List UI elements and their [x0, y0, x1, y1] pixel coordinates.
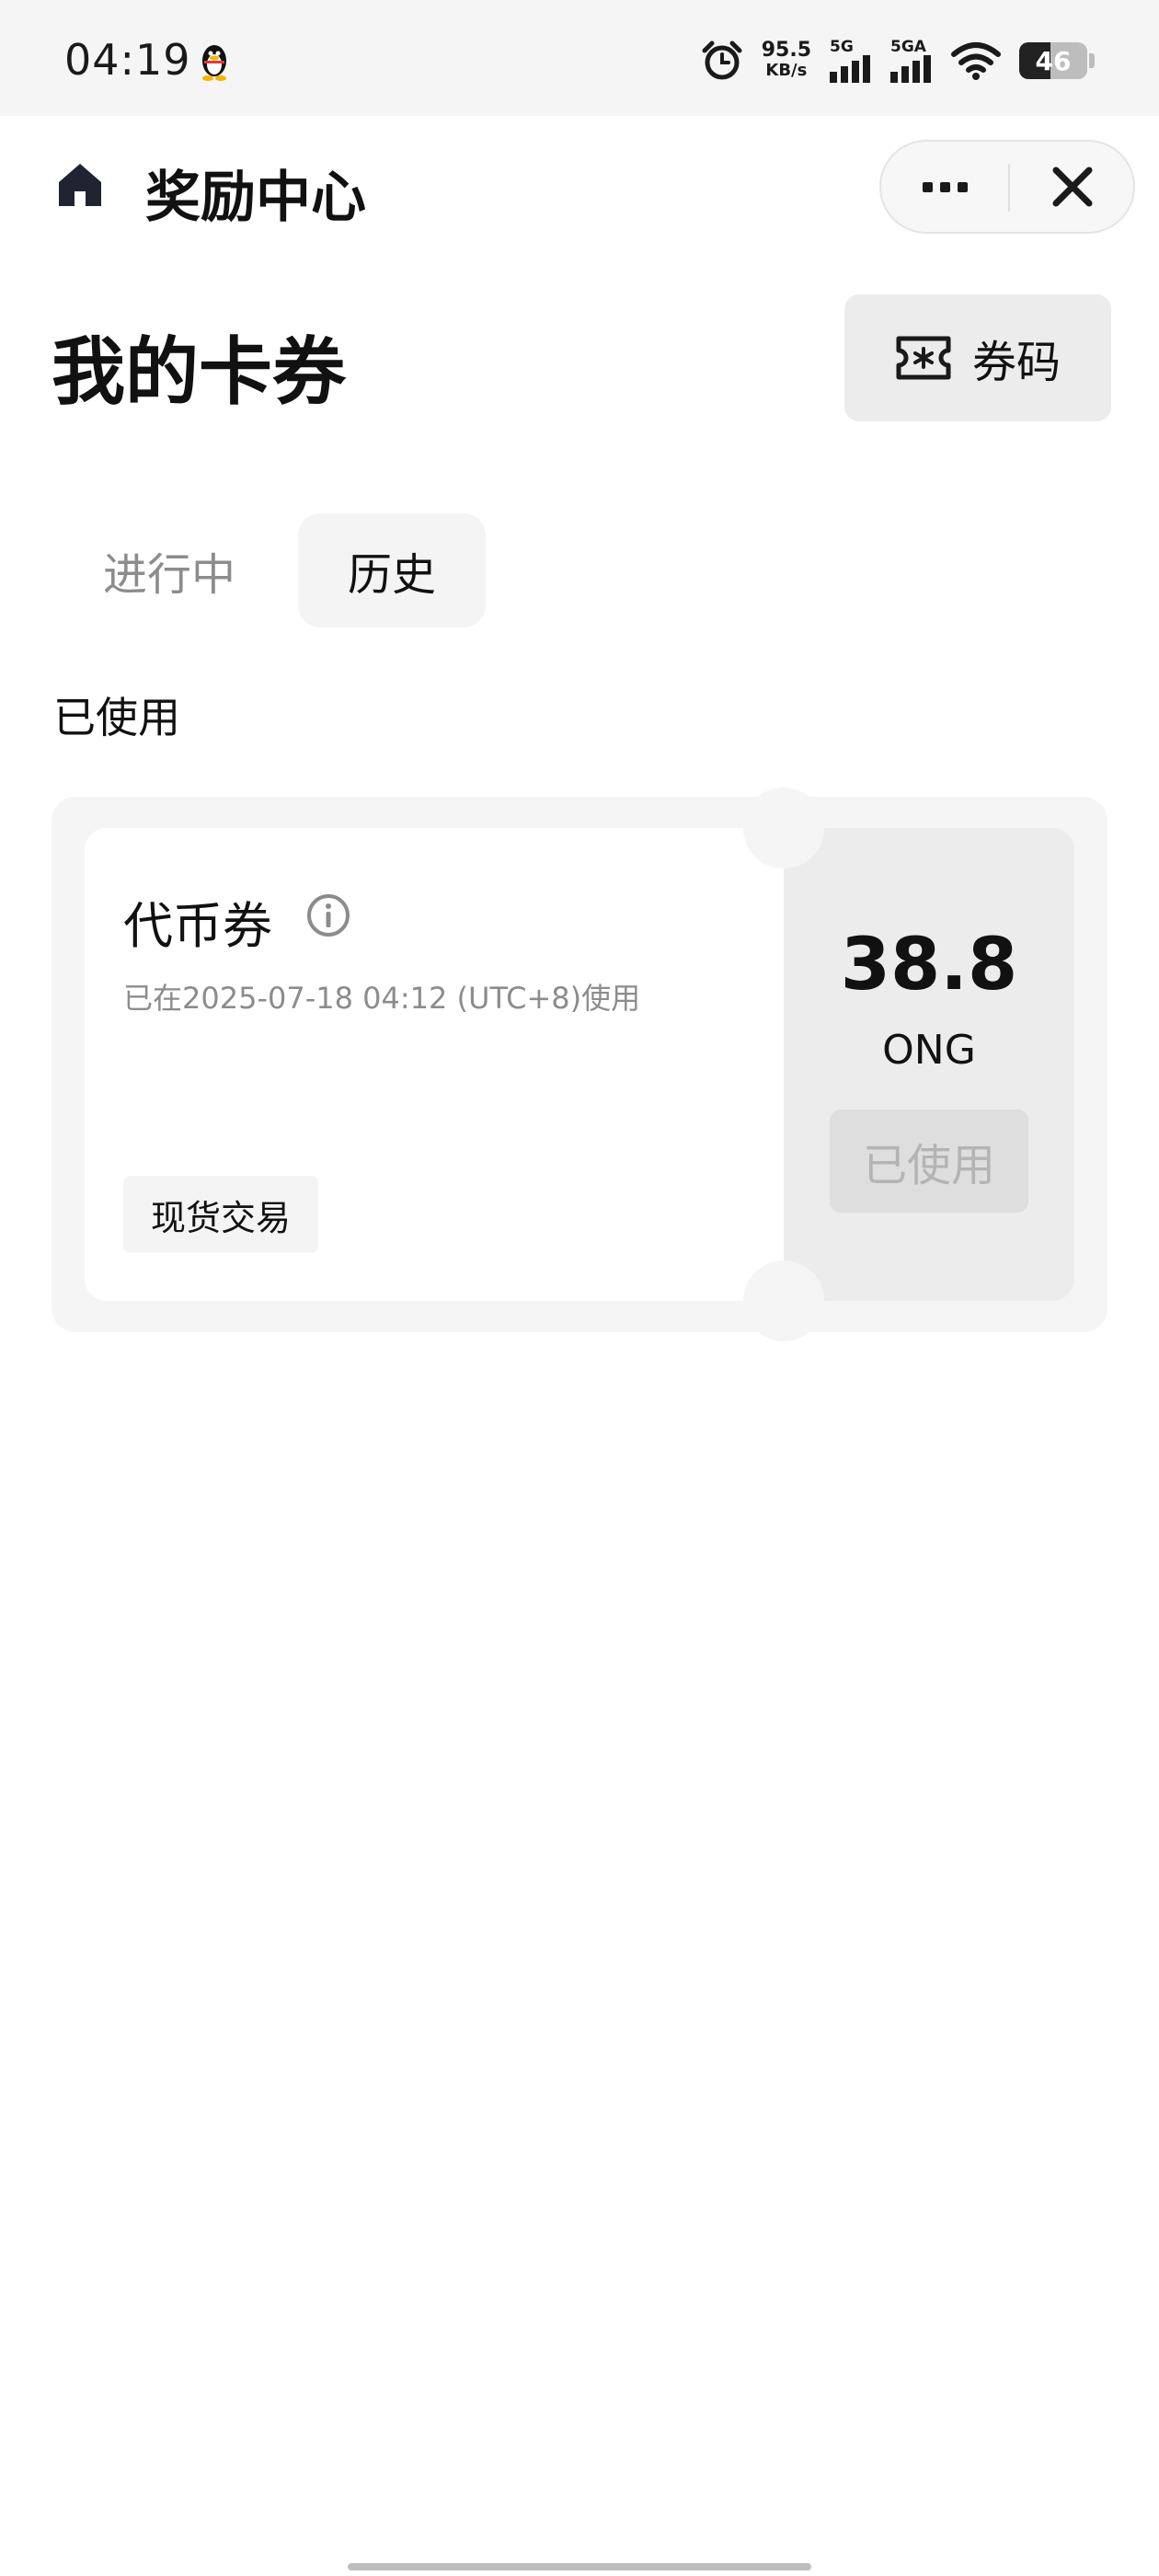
- home-indicator[interactable]: [348, 2563, 811, 2570]
- coupon-code-label: 券码: [971, 337, 1061, 388]
- signal-1: 5G: [830, 39, 872, 83]
- coupon-notch-bottom: [743, 1260, 824, 1341]
- coupon-unit: ONG: [882, 1027, 976, 1074]
- coupon-notch-top: [743, 788, 824, 868]
- wifi-icon: [951, 42, 1001, 80]
- mini-program-capsule: [879, 140, 1135, 234]
- qq-penguin-icon: [202, 45, 226, 81]
- header-title: 奖励中心: [145, 166, 366, 230]
- coupon-name: 代币券: [123, 897, 272, 955]
- battery-indicator: 46: [1019, 42, 1087, 79]
- signal-bars-icon: [890, 55, 931, 83]
- coupon-scope-tag: 现货交易: [123, 1176, 319, 1253]
- close-button[interactable]: [1010, 142, 1135, 232]
- alarm-icon: [702, 40, 742, 80]
- section-label: 已使用: [53, 693, 180, 742]
- more-icon: [922, 181, 968, 192]
- signal-bars-icon: [830, 55, 870, 83]
- coupon-amount: 38.8: [840, 924, 1018, 1006]
- coupon-code-button[interactable]: 券码: [844, 294, 1111, 421]
- battery-tip: [1089, 53, 1095, 68]
- tab-ongoing[interactable]: 进行中: [79, 513, 259, 627]
- close-icon: [1052, 167, 1093, 207]
- status-time: 04:19: [64, 35, 191, 85]
- ticket-icon: [896, 336, 951, 380]
- tab-history[interactable]: 历史: [298, 513, 486, 627]
- home-icon[interactable]: [55, 160, 105, 210]
- coupon-used-time: 已在2025-07-18 04:12 (UTC+8)使用: [123, 981, 641, 1016]
- info-icon[interactable]: [305, 892, 351, 938]
- page-title: 我的卡券: [52, 329, 346, 415]
- network-speed: 95.5 KB/s: [761, 39, 811, 81]
- used-status-button: 已使用: [830, 1110, 1028, 1213]
- more-button[interactable]: [881, 142, 1008, 232]
- signal-2: 5GA: [890, 39, 933, 83]
- status-bar: 04:19 95.5 KB/s 5G 5GA 46: [0, 0, 1159, 116]
